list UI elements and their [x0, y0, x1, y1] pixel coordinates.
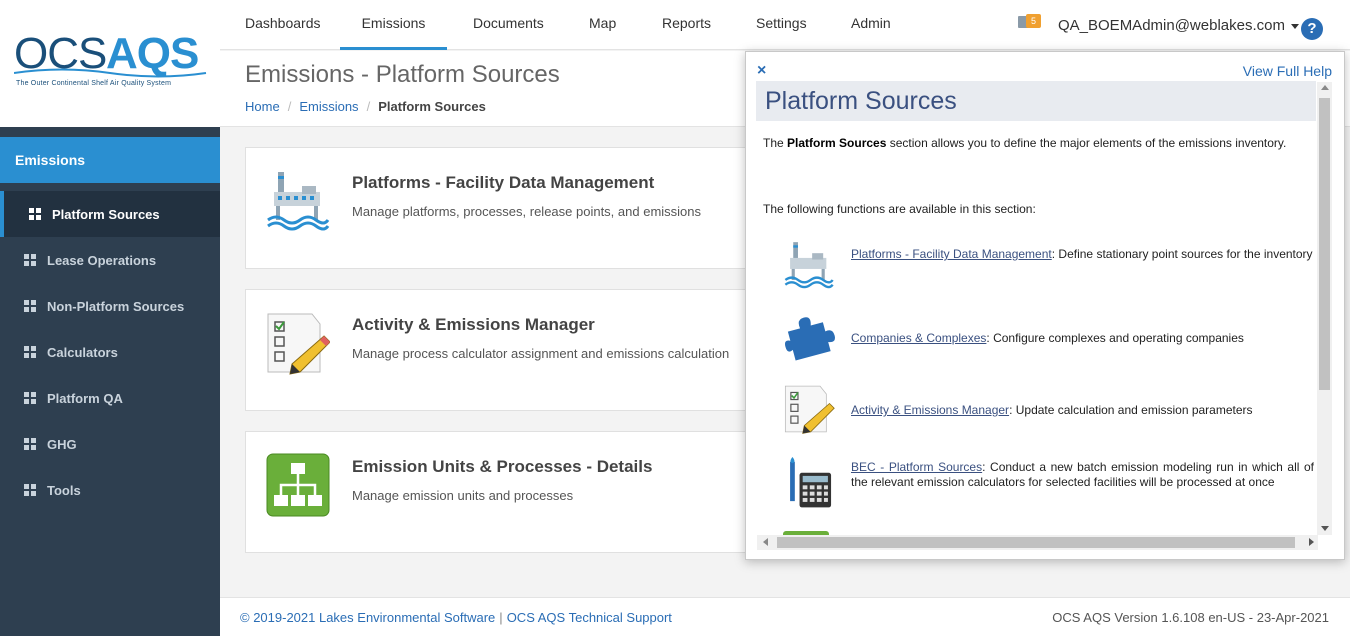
view-full-help-link[interactable]: View Full Help	[1243, 63, 1332, 79]
close-icon[interactable]: ×	[757, 62, 766, 80]
sidebar-item-label: Calculators	[47, 344, 118, 360]
mail-count-badge: 5	[1026, 14, 1041, 28]
card-description: Manage emission units and processes	[352, 488, 574, 503]
user-menu[interactable]: QA_BOEMAdmin@weblakes.com	[1058, 17, 1299, 34]
platform-icon	[267, 172, 330, 231]
card-title: Platforms - Facility Data Management	[352, 173, 655, 192]
sidebar-item-label: Tools	[47, 482, 81, 498]
grid-icon	[29, 208, 41, 220]
help-function-text: Platforms - Facility Data Management: De…	[851, 247, 1313, 261]
platform-icon	[784, 242, 834, 289]
logo-tagline: The Outer Continental Shelf Air Quality …	[16, 80, 172, 87]
scroll-left-icon[interactable]	[763, 538, 768, 546]
help-function-activity: Activity & Emissions Manager: Update cal…	[783, 383, 1314, 453]
scroll-down-icon[interactable]	[1321, 526, 1329, 531]
help-function-platforms: Platforms - Facility Data Management: De…	[783, 239, 1314, 309]
help-intro: The Platform Sources section allows you …	[763, 136, 1287, 150]
sidebar-item-ghg[interactable]: GHG	[0, 421, 220, 467]
hierarchy-icon	[266, 453, 330, 517]
user-email: QA_BOEMAdmin@weblakes.com	[1058, 17, 1285, 34]
sidebar-item-tools[interactable]: Tools	[0, 467, 220, 513]
horizontal-scrollbar[interactable]	[757, 535, 1318, 550]
footer: © 2019-2021 Lakes Environmental Software…	[220, 597, 1350, 636]
sidebar-menu: Platform Sources Lease Operations Non-Pl…	[0, 191, 220, 513]
sidebar: OCS AQS The Outer Continental Shelf Air …	[0, 0, 220, 636]
sidebar-item-label: Lease Operations	[47, 252, 157, 268]
grid-icon	[24, 254, 36, 266]
checklist-pencil-icon	[784, 385, 835, 434]
page-title: Emissions - Platform Sources	[245, 61, 560, 88]
grid-icon	[24, 484, 36, 496]
vertical-scrollbar[interactable]	[1317, 82, 1332, 535]
chevron-down-icon	[1290, 23, 1299, 29]
help-content: Platform Sources The Platform Sources se…	[746, 81, 1316, 536]
card-description: Manage platforms, processes, release poi…	[352, 204, 702, 219]
sidebar-item-platform-qa[interactable]: Platform QA	[0, 375, 220, 421]
sidebar-item-lease-operations[interactable]: Lease Operations	[0, 237, 220, 283]
grid-icon	[24, 346, 36, 358]
nav-settings[interactable]: Settings	[756, 0, 807, 50]
nav-reports[interactable]: Reports	[662, 0, 711, 50]
footer-separator: |	[499, 610, 503, 625]
calculator-icon	[790, 457, 832, 508]
checklist-pencil-icon	[267, 313, 330, 375]
sidebar-section-emissions[interactable]: Emissions	[0, 137, 220, 183]
help-title: Platform Sources	[756, 81, 1316, 121]
top-navigation: Dashboards Emissions Documents Map Repor…	[220, 0, 1350, 50]
technical-support-link[interactable]: OCS AQS Technical Support	[507, 610, 672, 625]
help-link-bec[interactable]: BEC - Platform Sources	[851, 460, 982, 474]
sidebar-item-label: GHG	[47, 436, 77, 452]
nav-map[interactable]: Map	[589, 0, 616, 50]
breadcrumb-home[interactable]: Home	[245, 99, 280, 114]
sidebar-item-label: Platform Sources	[52, 206, 160, 222]
help-button[interactable]: ?	[1301, 18, 1323, 40]
nav-documents[interactable]: Documents	[473, 0, 544, 50]
card-title: Emission Units & Processes - Details	[352, 457, 653, 476]
sidebar-item-calculators[interactable]: Calculators	[0, 329, 220, 375]
copyright-link[interactable]: © 2019-2021 Lakes Environmental Software	[240, 610, 495, 625]
help-link-companies[interactable]: Companies & Complexes	[851, 331, 986, 345]
help-function-text: Companies & Complexes: Configure complex…	[851, 331, 1244, 345]
scroll-up-icon[interactable]	[1321, 85, 1329, 90]
nav-admin[interactable]: Admin	[851, 0, 891, 50]
sidebar-item-non-platform-sources[interactable]: Non-Platform Sources	[0, 283, 220, 329]
logo[interactable]: OCS AQS The Outer Continental Shelf Air …	[0, 0, 220, 127]
grid-icon	[24, 300, 36, 312]
breadcrumb-current: Platform Sources	[378, 99, 486, 114]
breadcrumb: Home / Emissions / Platform Sources	[245, 99, 486, 114]
sidebar-item-label: Non-Platform Sources	[47, 298, 185, 314]
help-function-text: BEC - Platform Sources: Conduct a new ba…	[851, 460, 1315, 489]
grid-icon	[24, 392, 36, 404]
help-link-platforms[interactable]: Platforms - Facility Data Management	[851, 247, 1052, 261]
footer-links: © 2019-2021 Lakes Environmental Software…	[240, 610, 672, 625]
nav-emissions[interactable]: Emissions	[340, 0, 447, 50]
svg-text:AQS: AQS	[106, 29, 198, 78]
scroll-thumb[interactable]	[777, 537, 1295, 548]
scroll-right-icon[interactable]	[1309, 538, 1314, 546]
puzzle-icon	[785, 317, 835, 361]
help-functions-intro: The following functions are available in…	[763, 202, 1036, 216]
breadcrumb-emissions[interactable]: Emissions	[299, 99, 358, 114]
help-link-activity[interactable]: Activity & Emissions Manager	[851, 403, 1009, 417]
card-description: Manage process calculator assignment and…	[352, 346, 730, 361]
help-function-companies: Companies & Complexes: Configure complex…	[783, 309, 1314, 379]
help-panel: × View Full Help Platform Sources The Pl…	[745, 51, 1345, 560]
card-title: Activity & Emissions Manager	[352, 315, 595, 334]
scroll-thumb[interactable]	[1319, 98, 1330, 390]
version-info: OCS AQS Version 1.6.108 en-US - 23-Apr-2…	[1052, 610, 1329, 625]
ocs-aqs-logo: OCS AQS	[14, 29, 207, 78]
sidebar-item-platform-sources[interactable]: Platform Sources	[0, 191, 220, 237]
help-function-bec: BEC - Platform Sources: Conduct a new ba…	[783, 457, 1314, 536]
help-function-text: Activity & Emissions Manager: Update cal…	[851, 403, 1253, 417]
nav-dashboards[interactable]: Dashboards	[245, 0, 321, 50]
sidebar-item-label: Platform QA	[47, 390, 123, 406]
grid-icon	[24, 438, 36, 450]
